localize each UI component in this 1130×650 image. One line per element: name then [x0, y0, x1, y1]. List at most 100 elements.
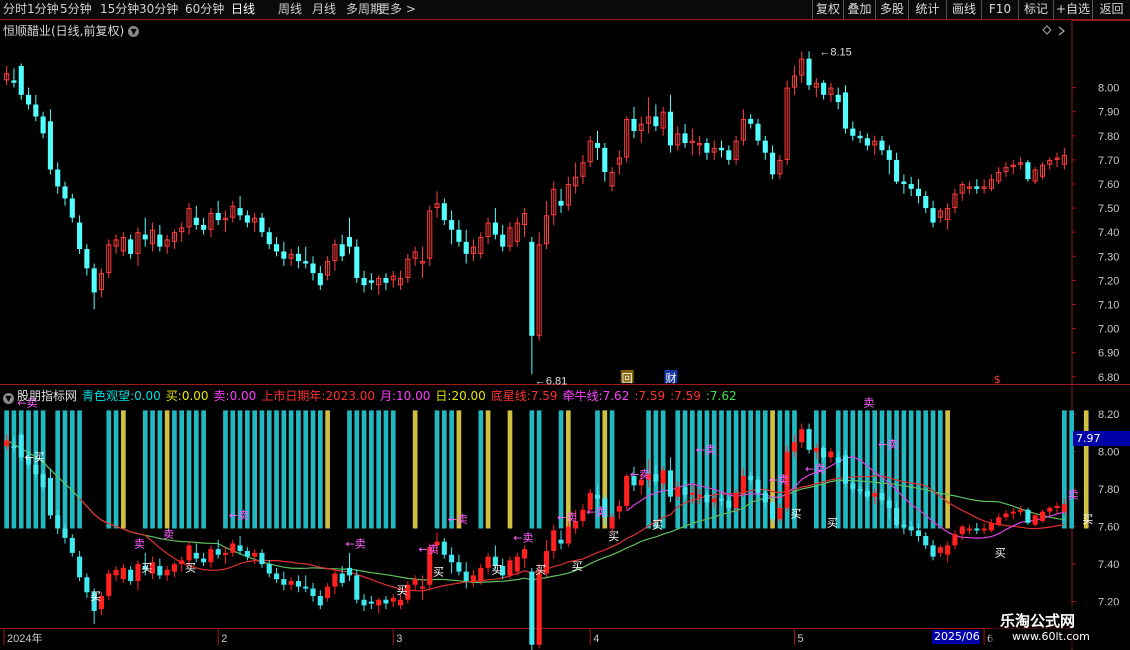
indicator-candle-body — [529, 571, 535, 645]
period-tab-10[interactable]: 更多 > — [378, 1, 416, 17]
signal-bar — [113, 410, 119, 529]
period-tab-3[interactable]: 15分钟 — [100, 1, 139, 17]
indicator-candle-body — [237, 545, 243, 551]
signal-label: 买 — [141, 562, 152, 575]
indicator-candle-body — [718, 498, 725, 501]
indicator-candle-body — [383, 599, 389, 604]
indicator-item-10: :7.62 — [706, 389, 737, 403]
candle-body — [128, 239, 134, 254]
signal-bar — [4, 410, 9, 529]
candle-body — [354, 246, 360, 278]
y-tick-label: 7.00 — [1098, 324, 1119, 336]
signal-label: ←卖 — [630, 468, 650, 481]
period-tab-2[interactable]: 5分钟 — [60, 1, 92, 17]
toolbar-button-6[interactable]: 标记 — [1018, 0, 1053, 19]
indicator-candle-body — [689, 492, 695, 495]
indicator-candle-body — [624, 476, 630, 506]
period-tab-1[interactable]: 1分钟 — [27, 1, 59, 17]
y-tick-label: 7.80 — [1098, 484, 1119, 496]
signal-bar — [390, 410, 396, 529]
signal-label: ←卖 — [696, 444, 716, 457]
candle-body — [492, 222, 498, 235]
toolbar-button-7[interactable]: +自选 — [1053, 0, 1092, 19]
signal-bar — [281, 410, 287, 529]
candle-body — [201, 224, 207, 230]
indicator-candle-body — [842, 455, 849, 484]
indicator-candle-body — [894, 507, 900, 525]
signal-bar — [682, 410, 688, 529]
period-tab-7[interactable]: 周线 — [278, 1, 302, 17]
indicator-label: 上市日期年: — [261, 389, 326, 403]
indicator-candle-body — [799, 429, 805, 443]
indicator-item-3: 上市日期年:2023.00 — [261, 389, 375, 403]
y-tick-label: 8.00 — [1098, 83, 1119, 95]
indicator-dropdown-icon[interactable]: ▼ — [3, 393, 14, 404]
signal-bar — [719, 410, 724, 529]
chevron-right-icon — [1058, 26, 1065, 36]
indicator-value: 0.00 — [134, 389, 161, 403]
indicator-name[interactable]: 股朋指标网 — [17, 389, 77, 403]
indicator-candle-body — [952, 534, 958, 546]
indicator-item-9: :7.59 — [670, 389, 701, 403]
signal-bar — [908, 410, 914, 529]
toolbar-button-4[interactable]: 画线 — [946, 0, 981, 19]
indicator-candle-body — [33, 464, 39, 475]
signal-label: 卖 — [163, 528, 174, 541]
indicator-candle-body — [376, 599, 382, 606]
event-marker: 财 — [665, 371, 676, 385]
indicator-candle-body — [106, 573, 112, 596]
title-dropdown-icon[interactable]: ▼ — [128, 26, 140, 37]
period-tab-4[interactable]: 30分钟 — [139, 1, 178, 17]
toolbar-button-0[interactable]: 复权 — [812, 0, 843, 19]
candle-body — [879, 140, 885, 151]
indicator-candle-body — [675, 487, 681, 497]
toolbar-button-5[interactable]: F10 — [981, 0, 1018, 19]
event-marker: 回 — [622, 372, 633, 385]
period-tab-5[interactable]: 60分钟 — [185, 1, 224, 17]
signal-bar — [259, 410, 265, 529]
signal-bar — [296, 410, 301, 529]
indicator-candle-body — [485, 556, 491, 568]
indicator-candle-body — [135, 564, 141, 581]
signal-bar — [923, 410, 929, 529]
toolbar-button-2[interactable]: 多股 — [875, 0, 908, 19]
indicator-candle-body — [660, 470, 666, 484]
candle-body — [18, 65, 24, 95]
signal-label: 买 — [608, 530, 619, 543]
signal-bar — [412, 410, 418, 529]
period-tab-0[interactable]: 分时 — [3, 1, 27, 17]
indicator-value: 10.00 — [396, 389, 431, 403]
signal-label: 买 — [572, 560, 583, 573]
candle-body — [886, 150, 892, 160]
signal-bar — [938, 410, 943, 529]
candle-body — [594, 143, 601, 148]
signal-bar — [536, 410, 542, 529]
signal-label: ←卖 — [229, 509, 249, 522]
candle-body — [864, 138, 870, 146]
y-tick-label: 7.60 — [1098, 522, 1119, 534]
signal-label: ←买 — [25, 451, 45, 464]
indicator-values: 青色观望:0.00 买:0.00 卖:0.00 上市日期年:2023.00 月:10.0… — [82, 389, 742, 403]
candle-body — [273, 244, 280, 252]
candle-body — [193, 217, 199, 225]
candle-body — [215, 212, 221, 221]
signal-label: 卖 — [863, 397, 874, 410]
toolbar-button-1[interactable]: 叠加 — [843, 0, 875, 19]
signal-bar — [879, 410, 885, 529]
indicator-candle-body — [514, 556, 520, 572]
period-tab-9[interactable]: 多周期 — [346, 1, 382, 17]
price-extreme-label: ←6.81 — [535, 375, 567, 387]
candle-body — [463, 241, 469, 254]
indicator-value: 2023.00 — [325, 389, 375, 403]
signal-label: 买 — [652, 519, 663, 532]
indicator-candle-body — [40, 474, 46, 488]
signal-bar — [609, 410, 615, 529]
indicator-candle-body — [171, 564, 177, 572]
toolbar-button-3[interactable]: 统计 — [908, 0, 946, 19]
candle-body — [142, 234, 148, 240]
toolbar-button-8[interactable]: 返回 — [1092, 0, 1130, 19]
indicator-label: 日: — [435, 389, 452, 403]
period-tab-8[interactable]: 月线 — [312, 1, 336, 17]
period-tab-6[interactable]: 日线 — [231, 1, 255, 17]
y-tick-label: 7.70 — [1098, 155, 1119, 167]
